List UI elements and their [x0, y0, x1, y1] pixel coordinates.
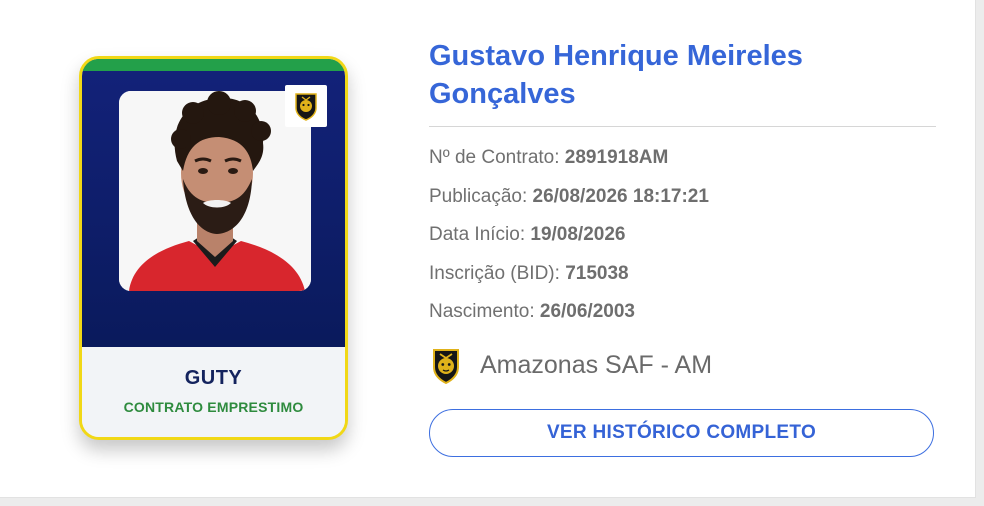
club-row: Amazonas SAF - AM	[429, 345, 712, 385]
club-crest-icon	[433, 349, 459, 384]
detail-registration-bid: Inscrição (BID): 715038	[429, 263, 709, 302]
player-photo-illustration	[119, 91, 311, 291]
contract-type-label: CONTRATO EMPRESTIMO	[123, 399, 304, 415]
detail-label: Nº de Contrato:	[429, 147, 565, 168]
detail-value: 26/06/2003	[539, 301, 635, 323]
card-header	[82, 59, 345, 347]
detail-start-date: Data Início: 19/08/2026	[429, 224, 709, 263]
detail-publication: Publicação: 26/08/2026 18:17:21	[429, 186, 709, 225]
detail-value: 19/08/2026	[530, 224, 626, 246]
club-crest-badge	[285, 85, 327, 127]
card-footer: GUTY CONTRATO EMPRESTIMO	[82, 347, 345, 437]
detail-value: 26/08/2026 18:17:21	[532, 185, 709, 207]
card-green-stripe	[82, 59, 345, 71]
contract-panel: GUTY CONTRATO EMPRESTIMO Gustavo Henriqu…	[0, 0, 976, 498]
detail-contract-number: Nº de Contrato: 2891918AM	[429, 147, 709, 186]
divider	[429, 126, 936, 127]
player-full-name: Gustavo Henrique Meireles Gonçalves	[429, 40, 803, 110]
club-crest-icon	[295, 93, 317, 121]
contract-details: Nº de Contrato: 2891918AM Publicação: 26…	[429, 147, 709, 340]
detail-birth-date: Nascimento: 26/06/2003	[429, 301, 709, 340]
club-name: Amazonas SAF - AM	[480, 350, 713, 379]
detail-value: 715038	[565, 262, 629, 284]
view-full-history-button[interactable]: VER HISTÓRICO COMPLETO	[429, 409, 934, 457]
detail-label: Data Início:	[429, 224, 531, 246]
player-nickname: GUTY	[184, 367, 243, 389]
detail-label: Inscrição (BID):	[429, 262, 566, 284]
player-card: GUTY CONTRATO EMPRESTIMO	[79, 56, 348, 440]
detail-label: Nascimento:	[429, 301, 540, 323]
detail-label: Publicação:	[429, 185, 533, 207]
player-photo	[119, 91, 311, 291]
detail-value: 2891918AM	[564, 147, 669, 168]
